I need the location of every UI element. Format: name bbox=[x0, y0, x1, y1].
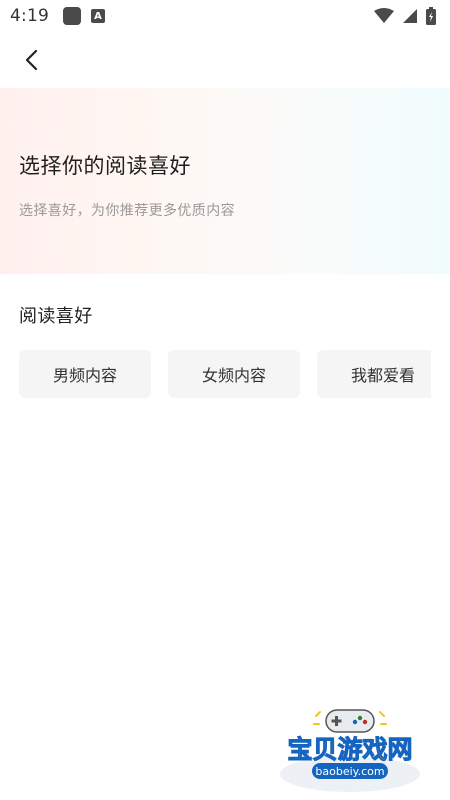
back-button[interactable] bbox=[18, 46, 46, 74]
wifi-icon bbox=[374, 8, 394, 23]
option-love-all[interactable]: 我都爱看 bbox=[317, 350, 431, 398]
nav-bar bbox=[0, 32, 450, 88]
a-glyph: A bbox=[94, 10, 102, 22]
notification-icon bbox=[62, 7, 81, 25]
preference-options: 男频内容 女频内容 我都爱看 bbox=[19, 350, 431, 398]
hero-header: 选择你的阅读喜好 选择喜好，为你推荐更多优质内容 bbox=[0, 88, 450, 274]
page-title: 选择你的阅读喜好 bbox=[19, 154, 191, 178]
status-icons bbox=[374, 7, 436, 25]
section-title: 阅读喜好 bbox=[19, 306, 93, 327]
watermark-logo: 宝贝游戏网 baobeiy.com bbox=[280, 709, 420, 792]
screen: 4:19 A 选择你的阅读喜好 选择喜好，为你推荐更多优质内容 阅读喜好 男频内… bbox=[0, 0, 450, 800]
battery-icon bbox=[426, 7, 436, 25]
option-female-content[interactable]: 女频内容 bbox=[168, 350, 300, 398]
watermark-url: baobeiy.com bbox=[315, 765, 384, 778]
gamepad-icon bbox=[313, 709, 387, 733]
signal-icon bbox=[403, 9, 417, 23]
watermark-text: 宝贝游戏网 bbox=[287, 735, 412, 764]
status-time: 4:19 bbox=[10, 6, 49, 26]
option-male-content[interactable]: 男频内容 bbox=[19, 350, 151, 398]
page-subtitle: 选择喜好，为你推荐更多优质内容 bbox=[19, 203, 235, 219]
a-notification-icon: A bbox=[90, 9, 105, 23]
chevron-left-icon bbox=[25, 49, 38, 71]
status-bar: 4:19 A bbox=[0, 0, 450, 32]
